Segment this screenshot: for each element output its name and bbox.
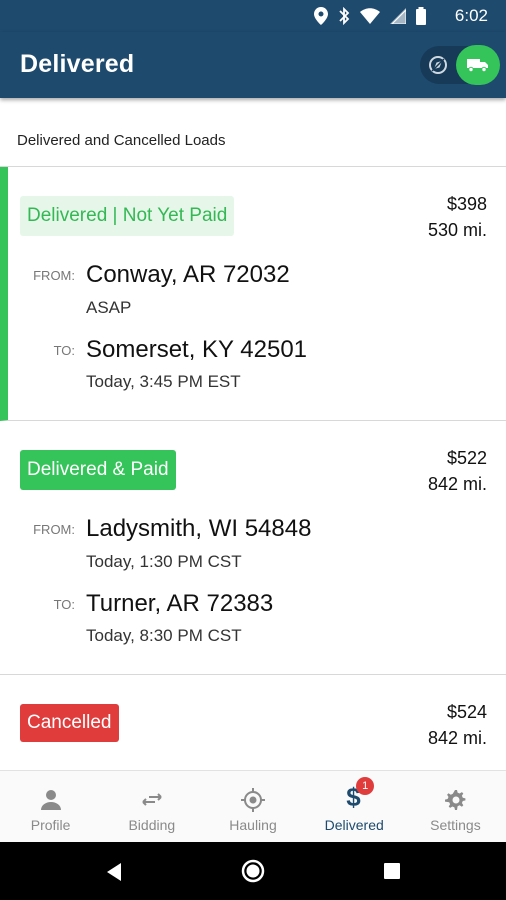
- status-badge: Delivered | Not Yet Paid: [20, 196, 235, 236]
- person-icon: [40, 790, 61, 810]
- toggle-knob[interactable]: [456, 45, 500, 85]
- load-price: $524: [446, 702, 487, 722]
- load-card[interactable]: Delivered & Paid $522 842 mi. FROM: Lady…: [0, 421, 506, 675]
- nav-profile[interactable]: Profile: [0, 771, 101, 842]
- availability-toggle[interactable]: [420, 45, 500, 85]
- home-icon[interactable]: [241, 859, 265, 883]
- nav-settings[interactable]: Settings: [405, 771, 506, 842]
- from-label: FROM:: [33, 522, 75, 537]
- section-title: Delivered and Cancelled Loads: [17, 132, 226, 149]
- system-nav-bar: [0, 842, 506, 900]
- compass-icon: [429, 56, 447, 74]
- bluetooth-icon: [339, 7, 350, 25]
- truck-icon: [467, 59, 488, 72]
- status-icons: [314, 5, 426, 27]
- back-icon[interactable]: [105, 862, 123, 882]
- nav-hauling[interactable]: Hauling: [202, 771, 303, 842]
- page-title: Delivered: [20, 50, 135, 78]
- notification-badge: 1: [356, 777, 375, 795]
- delivery-time: Today, 3:45 PM EST: [86, 372, 241, 391]
- load-card[interactable]: Delivered | Not Yet Paid $398 530 mi. FR…: [0, 167, 506, 421]
- load-card[interactable]: Cancelled $524 842 mi.: [0, 675, 506, 770]
- bottom-nav: Profile Bidding Hauling $ 1 Delivered Se…: [0, 770, 506, 842]
- battery-icon: [416, 7, 426, 25]
- nav-label: Delivered: [324, 817, 384, 833]
- nav-label: Hauling: [229, 817, 277, 833]
- status-badge: Delivered & Paid: [20, 450, 176, 490]
- load-list[interactable]: Delivered | Not Yet Paid $398 530 mi. FR…: [0, 167, 506, 770]
- status-badge: Cancelled: [20, 704, 119, 742]
- delivery-time: Today, 8:30 PM CST: [86, 626, 242, 645]
- origin-city: Conway, AR 72032: [86, 261, 290, 288]
- from-label: FROM:: [33, 268, 75, 283]
- recents-icon[interactable]: [384, 863, 400, 879]
- signal-icon: [390, 8, 406, 24]
- status-time: 6:02: [454, 6, 488, 25]
- load-miles: 842 mi.: [427, 728, 487, 748]
- load-miles: 842 mi.: [427, 474, 487, 494]
- location-icon: [314, 7, 328, 25]
- load-miles: 530 mi.: [427, 220, 487, 240]
- section-header: Delivered and Cancelled Loads: [0, 98, 506, 167]
- wifi-icon: [360, 8, 380, 24]
- nav-bidding[interactable]: Bidding: [101, 771, 202, 842]
- gear-icon: [445, 790, 466, 810]
- to-label: TO:: [53, 597, 75, 612]
- pickup-time: Today, 1:30 PM CST: [86, 552, 242, 571]
- nav-delivered[interactable]: $ 1 Delivered: [304, 771, 405, 842]
- destination-city: Somerset, KY 42501: [86, 336, 308, 363]
- to-label: TO:: [53, 343, 75, 358]
- pickup-time: ASAP: [86, 298, 132, 317]
- status-bar: 6:02: [0, 0, 506, 32]
- swap-arrows-icon: [142, 793, 162, 806]
- nav-label: Bidding: [128, 817, 176, 833]
- load-price: $398: [446, 194, 487, 214]
- app-bar: Delivered: [0, 32, 506, 98]
- nav-label: Profile: [30, 817, 71, 833]
- destination-city: Turner, AR 72383: [86, 590, 274, 617]
- nav-label: Settings: [430, 817, 481, 833]
- origin-city: Ladysmith, WI 54848: [86, 515, 312, 542]
- target-icon: [241, 788, 265, 812]
- load-price: $522: [446, 448, 487, 468]
